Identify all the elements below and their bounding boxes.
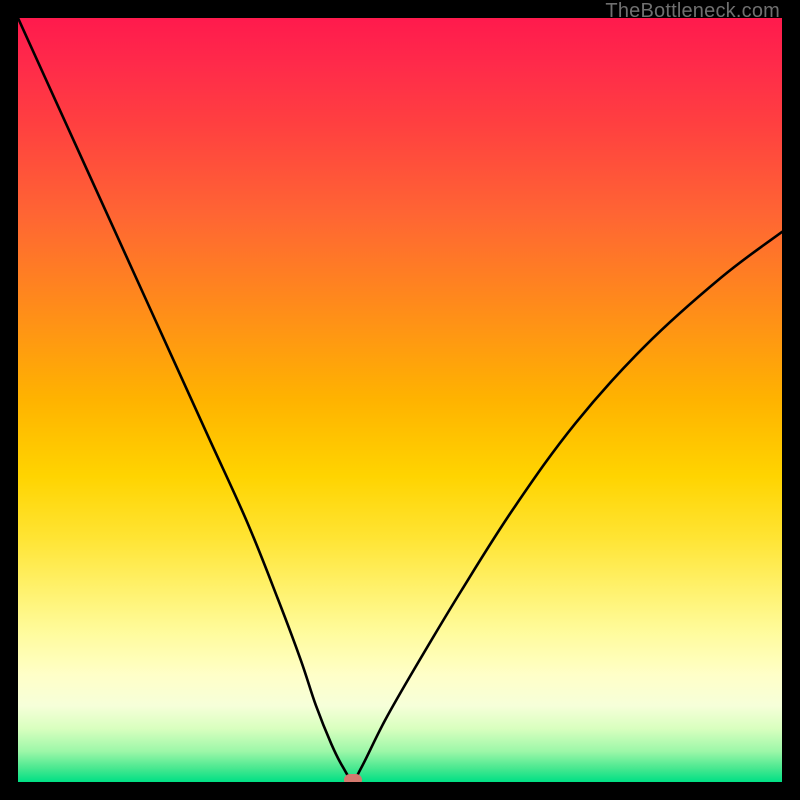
- plot-area: [18, 18, 782, 782]
- chart-frame: TheBottleneck.com: [0, 0, 800, 800]
- watermark-text: TheBottleneck.com: [605, 0, 780, 23]
- bottleneck-curve: [18, 18, 782, 782]
- optimal-point-marker: [344, 774, 362, 782]
